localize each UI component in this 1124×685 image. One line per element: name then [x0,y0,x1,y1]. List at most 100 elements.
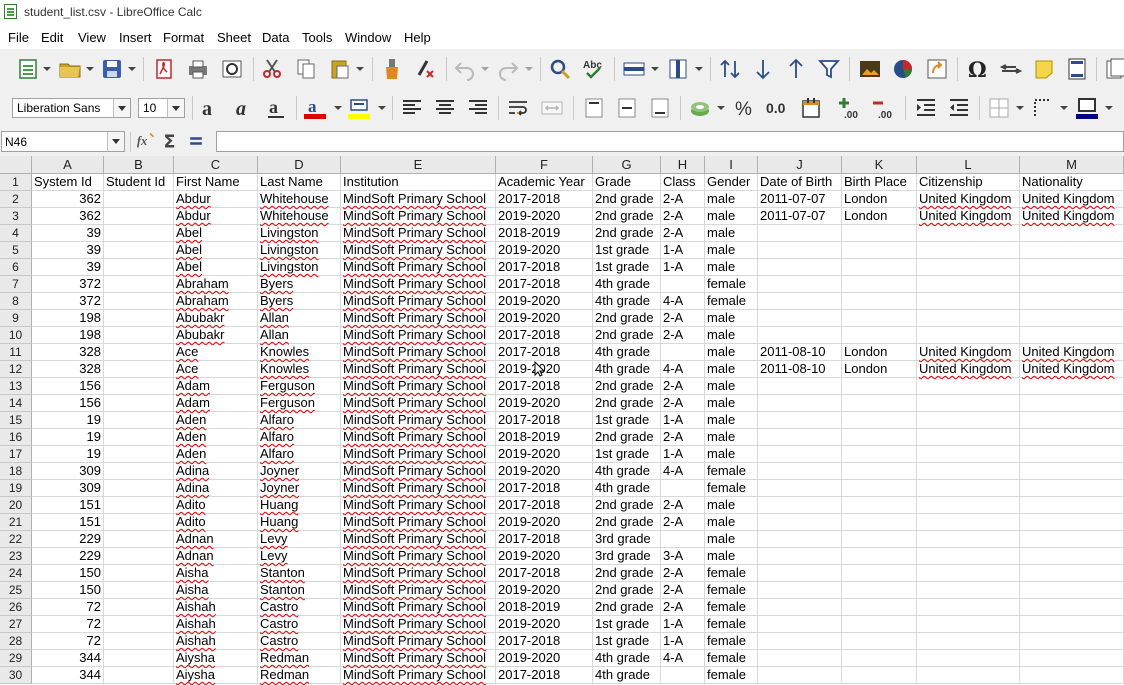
table-cell[interactable]: 2017-2018 [496,378,593,395]
table-cell[interactable] [842,446,917,463]
table-cell[interactable]: 2nd grade [593,582,661,599]
row-header[interactable]: 7 [0,276,32,293]
table-cell[interactable]: Joyner [258,480,341,497]
table-cell[interactable]: Adito [174,514,258,531]
table-cell[interactable] [758,497,842,514]
font-name-box[interactable]: Liberation Sans [12,98,131,118]
font-color-icon[interactable]: a [303,96,327,120]
number-format-date-icon[interactable] [799,96,823,120]
table-cell[interactable]: MindSoft Primary School [341,463,496,480]
menu-data[interactable]: Data [262,30,289,45]
table-cell[interactable] [104,429,174,446]
table-cell[interactable] [1020,429,1124,446]
table-cell[interactable] [917,242,1020,259]
table-cell[interactable]: United Kingdom [917,344,1020,361]
table-cell[interactable] [1020,242,1124,259]
cut-icon[interactable] [260,57,284,81]
table-cell[interactable]: 2018-2019 [496,225,593,242]
table-cell[interactable]: Alfaro [258,446,341,463]
table-cell[interactable]: 2-A [661,310,705,327]
table-cell[interactable]: 2017-2018 [496,412,593,429]
table-cell[interactable]: 1st grade [593,616,661,633]
row-header[interactable]: 5 [0,242,32,259]
table-cell[interactable] [917,395,1020,412]
table-cell[interactable]: Aden [174,412,258,429]
row-icon[interactable] [622,57,646,81]
table-cell[interactable] [842,242,917,259]
table-cell[interactable]: MindSoft Primary School [341,531,496,548]
menu-help[interactable]: Help [404,30,431,45]
table-cell[interactable]: MindSoft Primary School [341,412,496,429]
menu-insert[interactable]: Insert [119,30,152,45]
table-cell[interactable]: Alfaro [258,429,341,446]
italic-icon[interactable]: a [231,96,255,120]
table-cell[interactable] [104,582,174,599]
table-cell[interactable]: MindSoft Primary School [341,225,496,242]
print-preview-icon[interactable] [220,57,244,81]
table-cell[interactable] [104,446,174,463]
table-cell[interactable]: Ace [174,344,258,361]
table-cell[interactable] [661,344,705,361]
table-cell[interactable]: 1-A [661,633,705,650]
table-cell[interactable]: 372 [32,276,104,293]
table-cell[interactable]: female [705,480,758,497]
table-cell[interactable] [104,395,174,412]
table-cell[interactable]: Whitehouse [258,191,341,208]
header-cell[interactable]: Class [661,174,705,191]
table-cell[interactable] [917,565,1020,582]
table-cell[interactable]: 2nd grade [593,599,661,616]
table-cell[interactable] [1020,514,1124,531]
table-cell[interactable]: 2019-2020 [496,242,593,259]
align-right-icon[interactable] [466,96,490,120]
table-cell[interactable]: MindSoft Primary School [341,599,496,616]
table-cell[interactable] [1020,650,1124,667]
table-cell[interactable]: Livingston [258,225,341,242]
row-header[interactable]: 21 [0,514,32,531]
table-cell[interactable] [758,633,842,650]
table-cell[interactable]: 151 [32,497,104,514]
define-print-area-icon[interactable] [1103,57,1124,81]
table-cell[interactable] [104,463,174,480]
sort-descending-icon[interactable] [784,57,808,81]
row-header[interactable]: 14 [0,395,32,412]
table-cell[interactable]: 198 [32,310,104,327]
comment-icon[interactable] [1032,57,1056,81]
table-cell[interactable]: Livingston [258,259,341,276]
column-header[interactable]: B [104,156,174,174]
table-cell[interactable]: MindSoft Primary School [341,616,496,633]
table-cell[interactable] [842,616,917,633]
table-cell[interactable]: 1-A [661,242,705,259]
table-cell[interactable] [917,327,1020,344]
table-cell[interactable]: 2019-2020 [496,514,593,531]
table-cell[interactable] [758,650,842,667]
table-cell[interactable]: 344 [32,650,104,667]
table-cell[interactable]: 2017-2018 [496,531,593,548]
table-cell[interactable]: MindSoft Primary School [341,293,496,310]
table-cell[interactable]: male [705,395,758,412]
font-name-dropdown-icon[interactable] [113,99,130,117]
row-header[interactable]: 20 [0,497,32,514]
open-folder-icon[interactable] [58,57,82,81]
find-replace-icon[interactable] [548,57,572,81]
undo-dropdown-icon[interactable] [481,65,489,73]
header-cell[interactable]: Nationality [1020,174,1124,191]
table-cell[interactable] [661,667,705,684]
table-cell[interactable] [104,548,174,565]
special-character-icon[interactable]: Ω [966,57,990,82]
table-cell[interactable]: Huang [258,514,341,531]
table-cell[interactable]: male [705,412,758,429]
table-cell[interactable]: 2019-2020 [496,293,593,310]
table-cell[interactable] [842,565,917,582]
table-cell[interactable] [758,293,842,310]
table-cell[interactable] [1020,225,1124,242]
table-cell[interactable]: Adina [174,480,258,497]
number-format-decimal-icon[interactable]: 0.0 [766,96,790,120]
table-cell[interactable]: United Kingdom [1020,361,1124,378]
number-format-percent-icon[interactable]: % [733,96,757,120]
table-cell[interactable] [1020,446,1124,463]
table-cell[interactable]: Livingston [258,242,341,259]
table-cell[interactable] [917,463,1020,480]
row-header[interactable]: 27 [0,616,32,633]
number-format-currency-icon[interactable] [688,96,712,120]
table-cell[interactable]: Abubakr [174,327,258,344]
